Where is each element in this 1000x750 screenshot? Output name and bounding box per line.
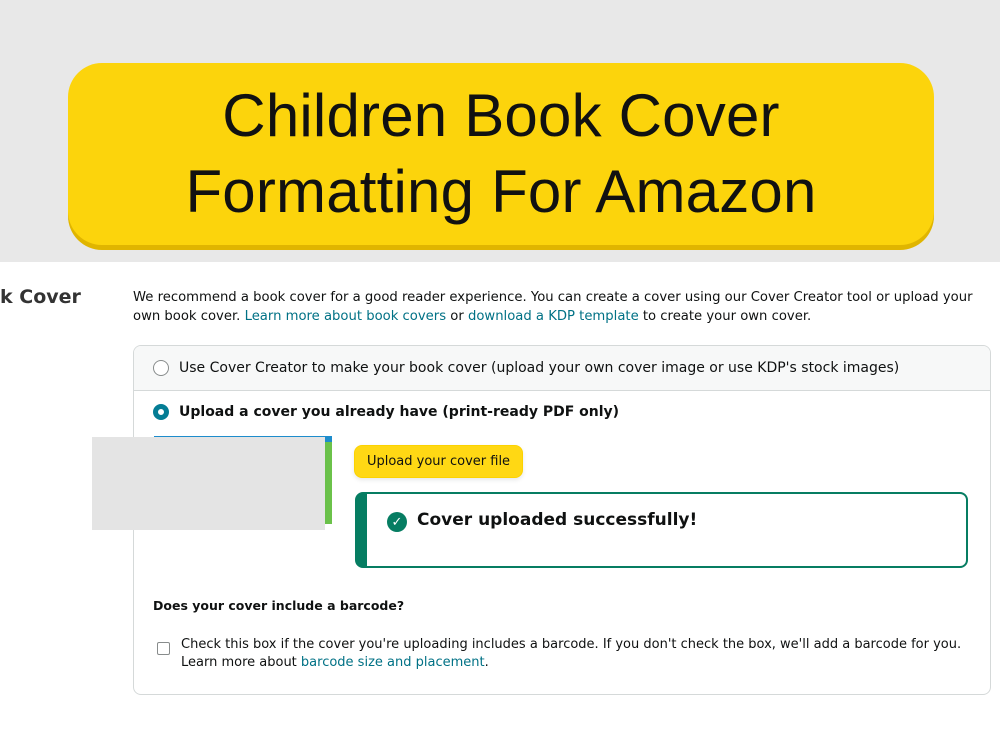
title-banner: Children Book Cover Formatting For Amazo… (68, 63, 934, 245)
intro-or: or (446, 309, 468, 324)
upload-cover-radio[interactable] (153, 404, 169, 420)
cover-creator-radio[interactable] (153, 360, 169, 376)
book-covers-link[interactable]: Learn more about book covers (245, 309, 447, 324)
title-line-1: Children Book Cover (222, 82, 780, 149)
title-line-2: Formatting For Amazon (185, 158, 817, 225)
upload-cover-label: Upload a cover you already have (print-r… (179, 404, 620, 420)
section-heading: k Cover (0, 286, 81, 308)
upload-success-alert: ✓ Cover uploaded successfully! (355, 492, 968, 568)
intro-tail: to create your own cover. (638, 309, 812, 324)
check-circle-icon: ✓ (387, 512, 407, 532)
success-message: Cover uploaded successfully! (417, 510, 698, 530)
barcode-text: Check this box if the cover you're uploa… (181, 637, 962, 652)
barcode-question: Does your cover include a barcode? (153, 598, 405, 613)
barcode-suffix: . (484, 655, 489, 670)
upload-cover-option[interactable]: Upload a cover you already have (print-r… (153, 404, 619, 420)
cover-creator-option[interactable]: Use Cover Creator to make your book cove… (134, 346, 990, 391)
cover-preview-placeholder (92, 437, 325, 530)
barcode-learn-more: Learn more about (181, 655, 301, 670)
kdp-template-link[interactable]: download a KDP template (468, 309, 639, 324)
barcode-description: Check this box if the cover you're uploa… (181, 636, 981, 672)
barcode-size-link[interactable]: barcode size and placement (301, 655, 485, 670)
cover-creator-label: Use Cover Creator to make your book cove… (179, 360, 900, 376)
upload-cover-button[interactable]: Upload your cover file (354, 445, 523, 478)
intro-paragraph: We recommend a book cover for a good rea… (133, 288, 998, 326)
barcode-checkbox[interactable] (157, 642, 170, 655)
